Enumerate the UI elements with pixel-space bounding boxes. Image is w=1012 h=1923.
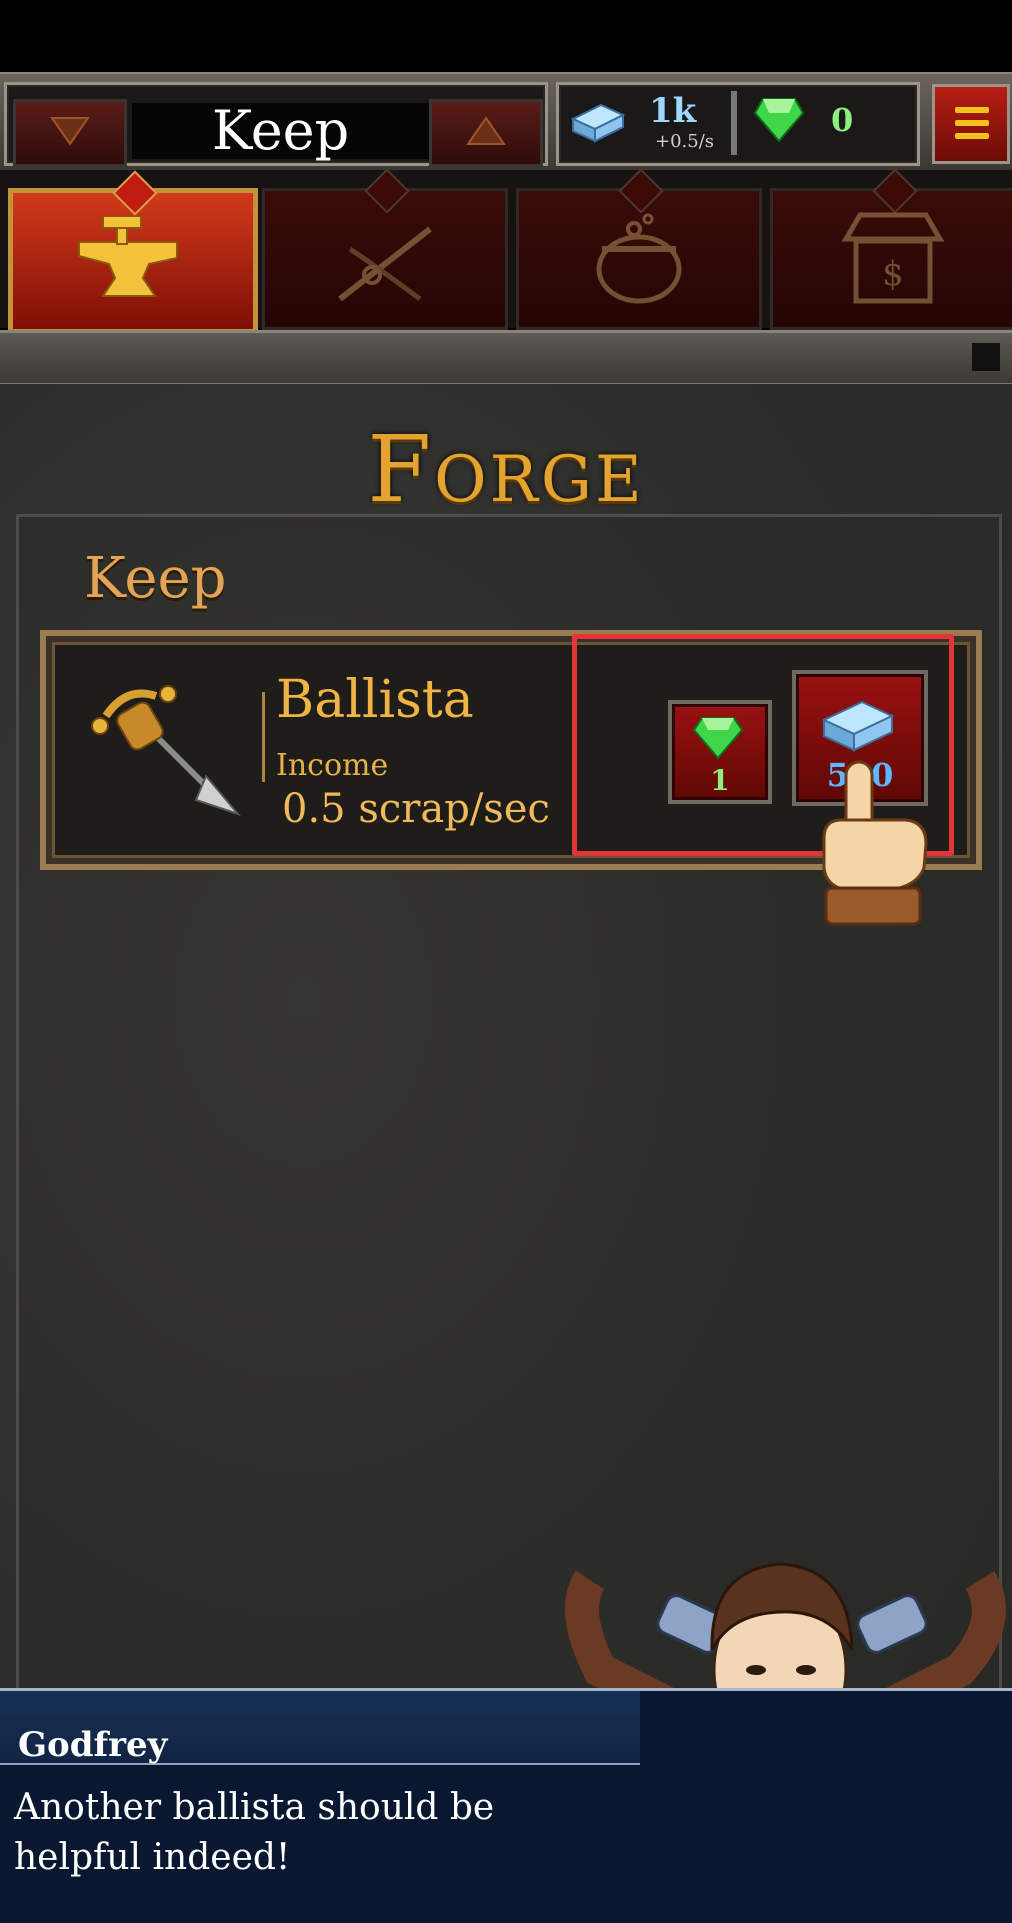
resource-panel: 1k +0.5/s 0 xyxy=(556,82,920,166)
location-selector: Keep xyxy=(4,82,548,167)
income-value: 0.5 scrap/sec xyxy=(282,786,550,832)
tab-ornament xyxy=(112,170,158,216)
top-bar: Keep 1k +0.5/s 0 xyxy=(0,72,1012,173)
tab-ornament xyxy=(364,168,410,214)
category-tabs: $ xyxy=(0,168,1012,334)
tab-weapons[interactable] xyxy=(262,168,508,330)
tab-forge[interactable] xyxy=(8,170,258,334)
item-name: Ballista xyxy=(276,670,474,730)
tab-alchemy[interactable] xyxy=(516,168,762,330)
bar-end-cap xyxy=(972,343,1000,371)
crossbow-icon xyxy=(338,226,432,302)
scrap-amount: 1k xyxy=(649,91,697,131)
triangle-down-icon xyxy=(50,117,90,146)
gem-icon xyxy=(753,98,805,143)
triangle-up-icon xyxy=(466,116,506,145)
speaker-name: Godfrey xyxy=(18,1725,168,1765)
tab-ornament xyxy=(872,168,918,214)
item-divider xyxy=(262,692,265,782)
scrap-rate: +0.5/s xyxy=(655,131,715,152)
ballista-icon xyxy=(91,685,242,817)
income-label: Income xyxy=(276,748,389,783)
page-title: Forge xyxy=(367,416,645,523)
gem-amount: 0 xyxy=(831,101,854,139)
market-stall-icon: $ xyxy=(841,212,945,304)
location-title: Keep xyxy=(132,103,429,159)
tab-shop[interactable]: $ xyxy=(770,168,1012,330)
scrap-ingot-icon xyxy=(570,103,626,143)
progress-bar xyxy=(0,330,1012,386)
section-title: Keep xyxy=(84,546,227,611)
pointing-hand-icon xyxy=(822,760,928,926)
anvil-icon xyxy=(78,216,178,297)
tab-ornament xyxy=(618,168,664,214)
previous-location-button[interactable] xyxy=(13,99,127,167)
hamburger-menu-icon xyxy=(955,107,989,113)
next-location-button[interactable] xyxy=(429,99,543,167)
dialogue-text: Another ballista should be helpful indee… xyxy=(14,1787,495,1878)
cauldron-icon xyxy=(596,213,682,304)
resource-divider xyxy=(731,91,737,155)
dialogue-box[interactable]: Godfrey Another ballista should be helpf… xyxy=(0,1688,1012,1923)
svg-text:$: $ xyxy=(882,254,904,294)
menu-button[interactable] xyxy=(932,84,1010,164)
